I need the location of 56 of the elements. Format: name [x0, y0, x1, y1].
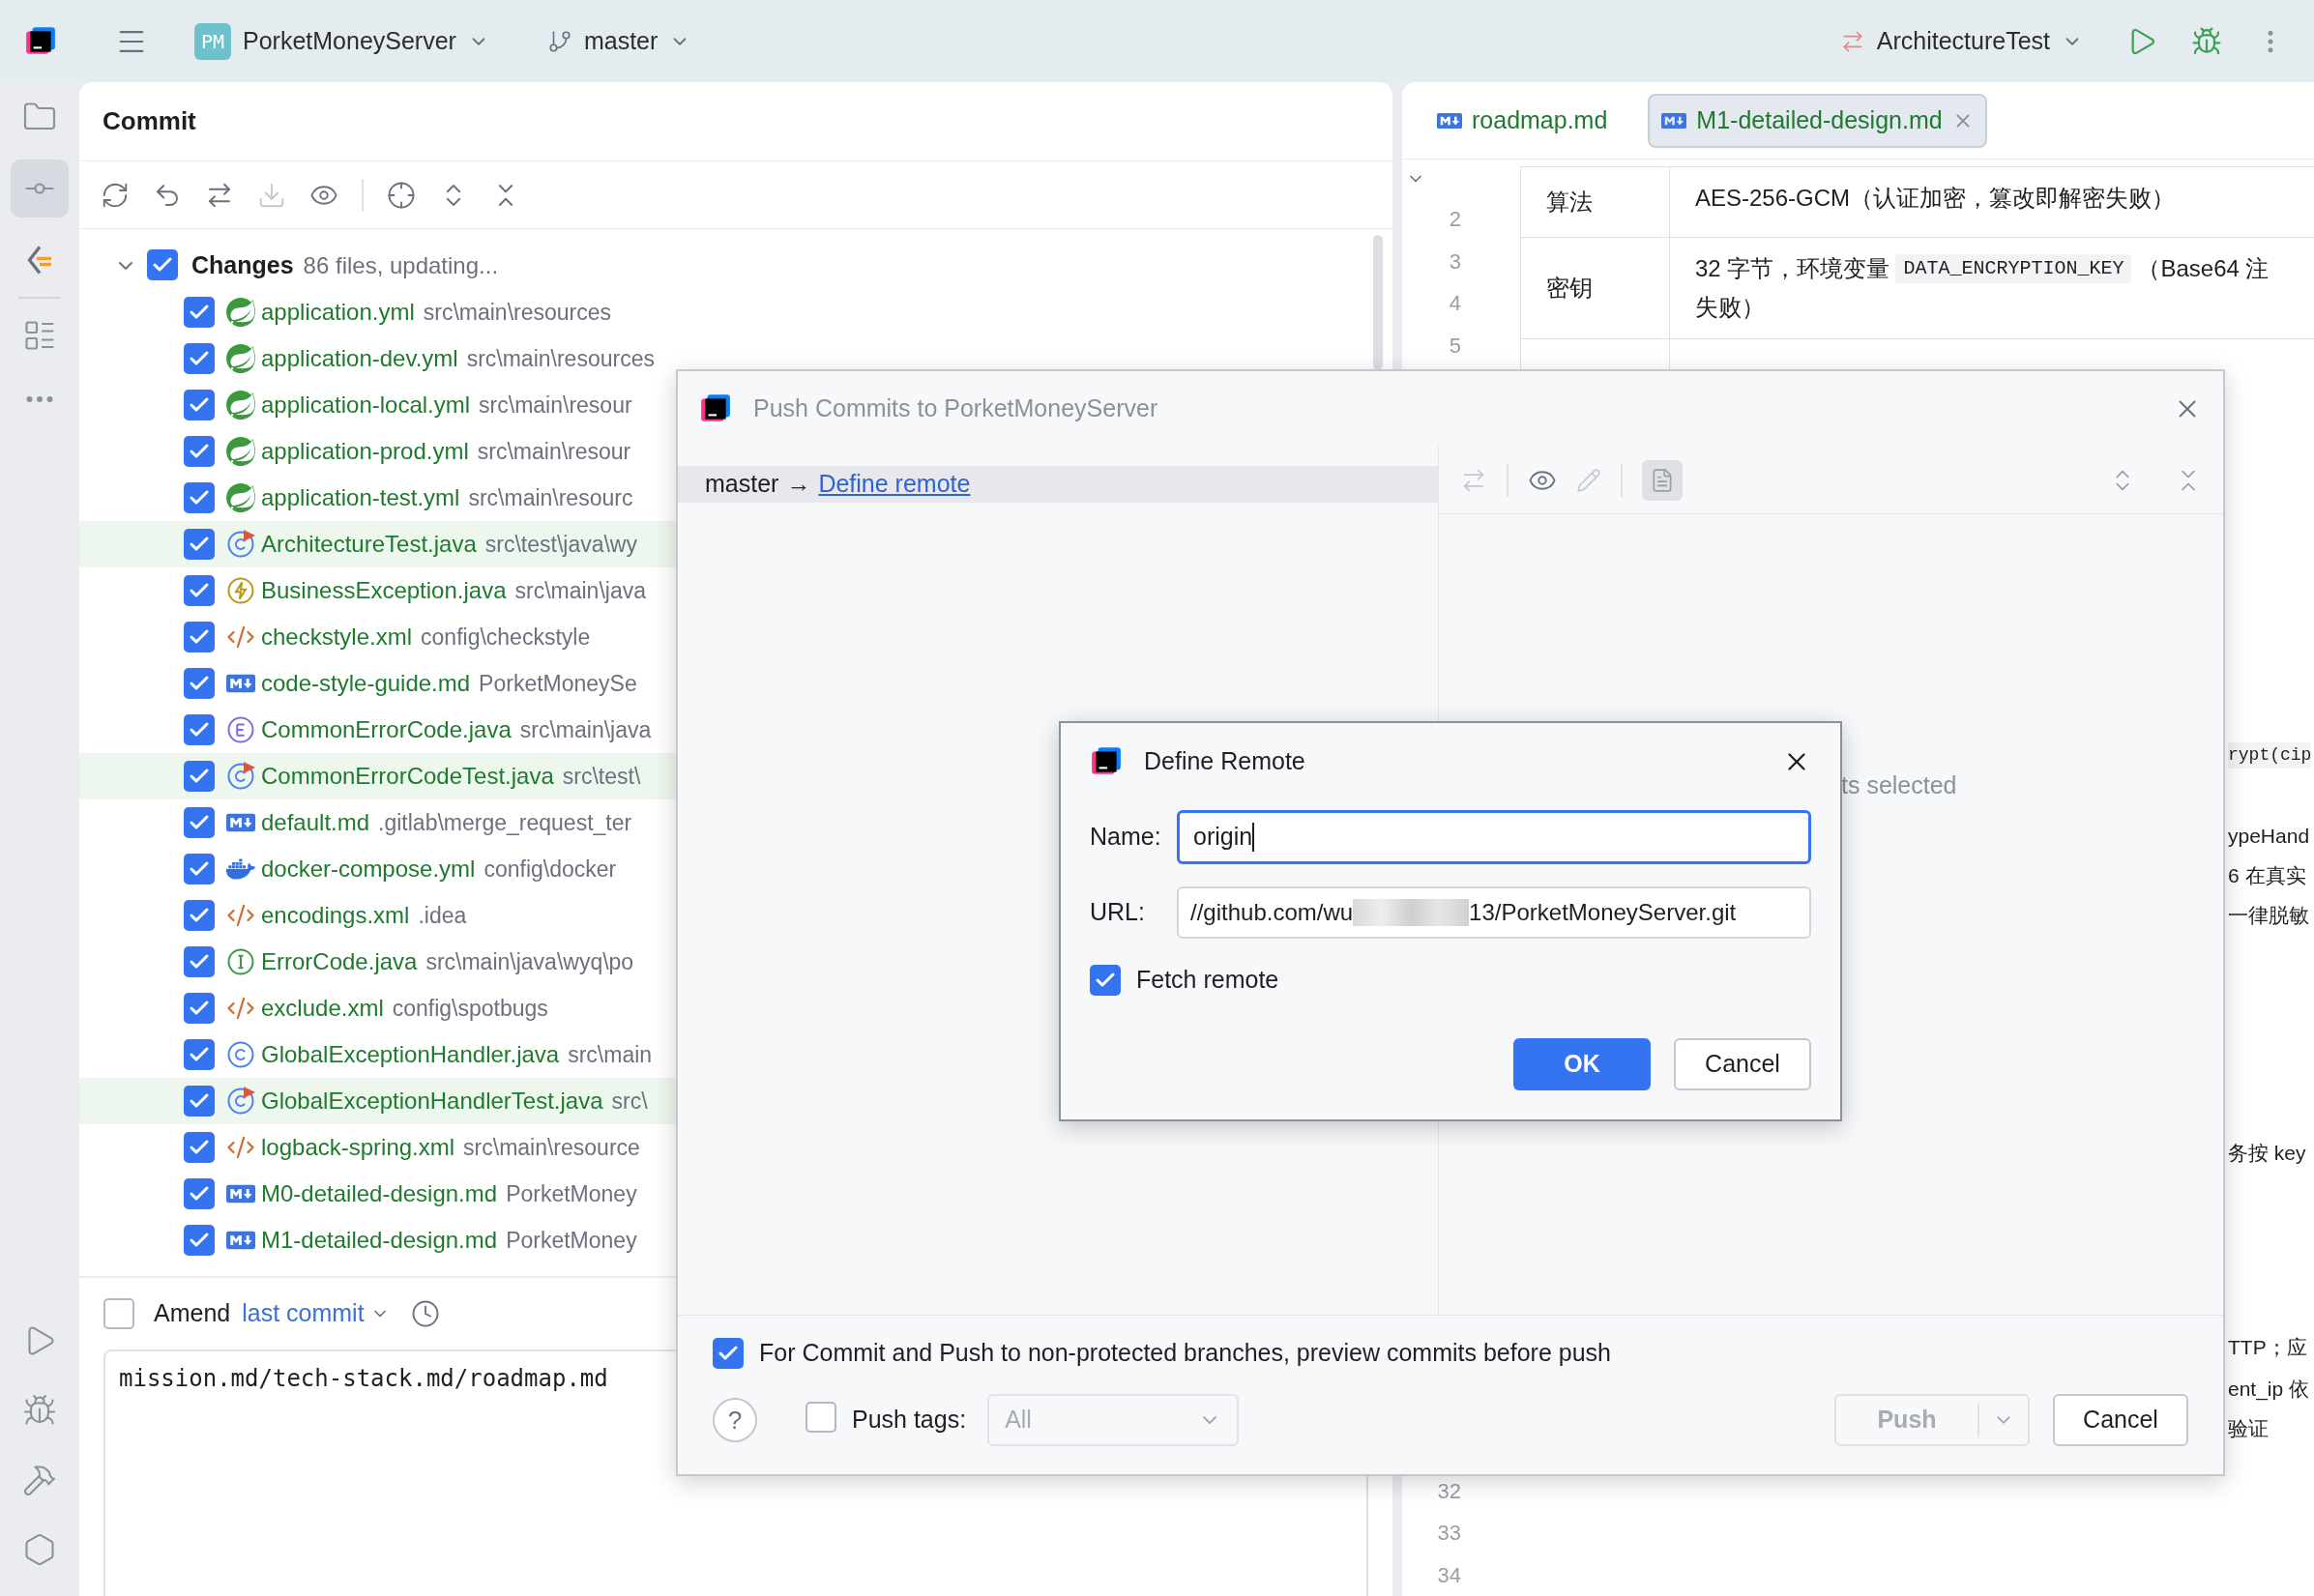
file-path: src\main\resour	[479, 391, 632, 420]
dialog-title: Push Commits to PorketMoneyServer	[753, 393, 1158, 424]
file-path: src\main\resourc	[468, 483, 633, 512]
file-path: src\test\java\wy	[484, 530, 637, 559]
table-cell-text: 失败）	[1695, 293, 1765, 322]
file-path: config\checkstyle	[421, 623, 591, 652]
line-number: 3	[1449, 247, 1461, 276]
file-path: src\main\resources	[466, 344, 655, 373]
file-path: PorketMoney	[506, 1226, 637, 1255]
project-badge: PM	[194, 22, 231, 60]
file-path: PorketMoney	[506, 1179, 637, 1208]
line-number: 33	[1437, 1520, 1461, 1547]
file-path: .idea	[418, 901, 467, 930]
fetch-label: Fetch remote	[1136, 965, 1279, 996]
file-path: config\spotbugs	[392, 994, 548, 1023]
line-number: 32	[1437, 1477, 1461, 1505]
panel-title: Commit	[103, 105, 196, 137]
text-fragment: TTP；应	[2228, 1335, 2307, 1360]
group-label: Changes	[191, 250, 294, 281]
file-path: src\	[611, 1087, 648, 1116]
file-path: src\test\	[562, 762, 641, 791]
push-tags-label: Push tags:	[852, 1405, 967, 1436]
group-summary: 86 files, updating...	[303, 251, 499, 280]
file-path: .gitlab\merge_request_ter	[378, 808, 632, 837]
file-path: src\main\resource	[463, 1133, 640, 1162]
name-label: Name:	[1090, 822, 1162, 853]
line-number: 2	[1449, 206, 1461, 233]
file-path: src\main\java	[519, 715, 652, 744]
line-number: 4	[1449, 290, 1461, 317]
file-path: config\docker	[483, 855, 617, 884]
dialog-title: Define Remote	[1144, 746, 1305, 777]
table-cell-text: 密钥	[1546, 274, 1593, 303]
url-label: URL:	[1090, 897, 1146, 928]
file-path: src\main\java\wyq\po	[425, 947, 634, 976]
table-cell-text: AES-256-GCM（认证加密，篡改即解密失败）	[1695, 184, 2176, 213]
file-path: src\main\java	[514, 576, 646, 605]
file-path: src\main	[568, 1040, 653, 1069]
table-cell-text: 算法	[1546, 188, 1593, 217]
empty-state-text: ts selected	[1841, 771, 1957, 798]
file-path: PorketMoneySe	[479, 669, 637, 698]
preview-label: For Commit and Push to non-protected branches, preview commits before push	[759, 1338, 1611, 1369]
file-path: src\main\resour	[477, 437, 631, 466]
amend-label: Amend	[154, 1298, 231, 1329]
text-fragment: 6 在真实	[2228, 863, 2306, 888]
code-fragment: rypt(cip	[2228, 742, 2312, 769]
text-fragment: 一律脱敏	[2228, 903, 2309, 928]
file-path: src\main\resources	[423, 298, 612, 327]
table-cell-text: 32 字节，环境变量	[1695, 254, 1890, 283]
inline-code: DATA_ENCRYPTION_KEY	[1895, 254, 2132, 283]
line-number: 5	[1449, 332, 1461, 360]
text-fragment: 务按 key	[2228, 1141, 2306, 1166]
table-cell-text: （Base64 注	[2137, 254, 2270, 283]
text-fragment: 验证	[2228, 1416, 2269, 1441]
text-fragment: ent_ip 依	[2228, 1377, 2310, 1403]
line-number: 34	[1437, 1561, 1461, 1589]
text-fragment: ypeHand	[2228, 824, 2310, 849]
